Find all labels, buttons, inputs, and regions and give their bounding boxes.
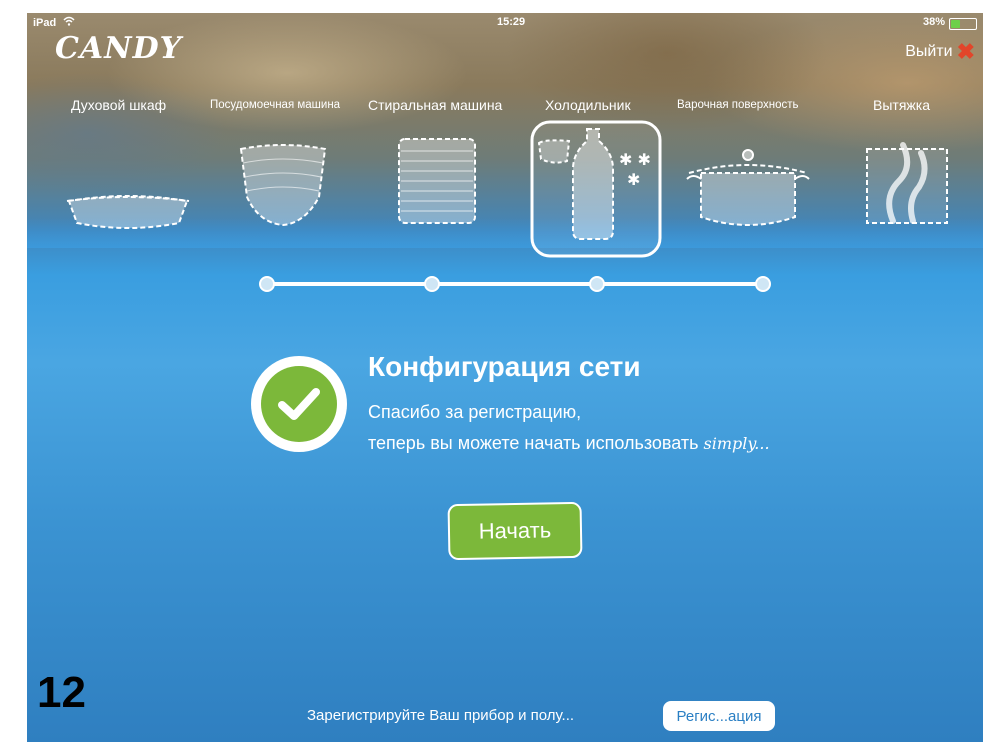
svg-text:✱ ✱: ✱ ✱ (619, 150, 651, 169)
register-prompt: Зарегистрируйте Ваш прибор и полу... (307, 707, 575, 724)
device-name: iPad (33, 17, 57, 29)
brand-word: simply... (703, 434, 770, 453)
category-oven[interactable]: Духовой шкаф (71, 97, 166, 113)
checkmark-icon (261, 366, 337, 442)
progress-step (589, 276, 605, 292)
page-title: Конфигурация сети (368, 351, 641, 382)
stacked-plates-icon[interactable] (395, 135, 479, 227)
success-badge (251, 356, 347, 452)
thanks-text: Спасибо за регистрацию, (368, 402, 582, 422)
start-using-label: теперь вы можете начать использовать (368, 433, 704, 453)
category-dishwasher[interactable]: Посудомоечная машина (210, 99, 340, 111)
start-button[interactable]: Начать (447, 501, 583, 561)
progress-step (755, 276, 771, 292)
baking-dish-icon[interactable] (63, 183, 193, 233)
progress-step (259, 276, 275, 292)
category-washer[interactable]: Стиральная машина (368, 97, 502, 113)
close-icon: ✖ (956, 39, 975, 64)
start-using-text: теперь вы можете начать использовать sim… (368, 433, 770, 454)
steam-hood-icon[interactable] (863, 131, 951, 227)
progress-line (263, 282, 765, 286)
app-screen: iPad 15:29 38% CANDY Выйти ✖ Духовой шка… (27, 13, 983, 742)
category-fridge[interactable]: Холодильник (545, 97, 631, 113)
cooking-pot-icon[interactable] (683, 139, 813, 235)
wifi-icon (63, 16, 75, 29)
battery-icon (949, 18, 977, 30)
battery-percent: 38% (922, 16, 945, 28)
setup-progress (259, 276, 771, 292)
register-button[interactable]: Регис...ация (663, 701, 775, 731)
step-number: 12 (37, 668, 86, 717)
fridge-selected-icon[interactable]: ✱ ✱ ✱ (529, 119, 663, 259)
progress-step (424, 276, 440, 292)
category-hood[interactable]: Вытяжка (873, 97, 930, 113)
device-label: iPad (33, 16, 75, 29)
battery-fill (951, 20, 960, 28)
category-hob[interactable]: Варочная поверхность (677, 99, 799, 111)
clock: 15:29 (497, 16, 526, 28)
svg-text:✱: ✱ (627, 170, 640, 189)
logout-button[interactable]: Выйти ✖ (905, 41, 975, 63)
candy-logo: CANDY (55, 31, 183, 66)
logout-label: Выйти (905, 43, 953, 60)
stacked-bowls-icon[interactable] (235, 141, 331, 231)
